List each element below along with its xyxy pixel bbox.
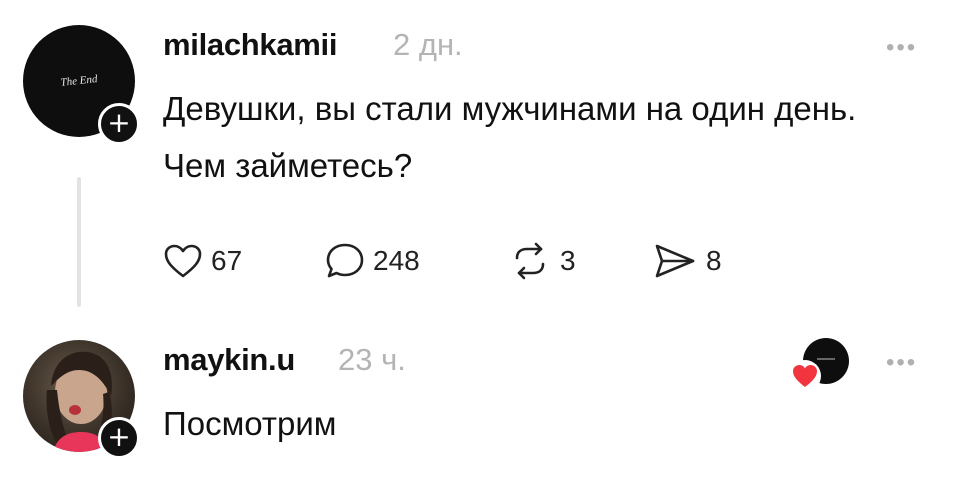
timestamp: 23 ч. (338, 342, 406, 377)
follow-button[interactable]: + (98, 103, 140, 145)
plus-icon: + (107, 420, 131, 453)
more-icon[interactable]: ••• (886, 349, 917, 377)
username[interactable]: milachkamii (163, 27, 337, 63)
heart-icon (793, 365, 817, 387)
heart-icon (164, 244, 202, 278)
plus-icon: + (107, 106, 131, 139)
share-button[interactable]: 8 (652, 243, 722, 279)
thread-line (77, 177, 81, 307)
like-count: 67 (211, 245, 243, 276)
repost-count: 3 (560, 245, 576, 276)
repost-button[interactable]: 3 (508, 242, 576, 280)
post-text: Девушки, вы стали мужчинами на один день… (163, 90, 857, 184)
comment-text: Посмотрим (163, 405, 337, 442)
timestamp: 2 дн. (393, 27, 463, 62)
avatar-logo-text: The End (59, 73, 99, 89)
follow-button[interactable]: + (98, 417, 140, 459)
reply-count: 248 (373, 245, 420, 276)
comment-icon (326, 243, 364, 278)
share-count: 8 (706, 245, 722, 276)
share-icon (655, 244, 695, 278)
reply-button[interactable]: 248 (325, 243, 420, 279)
more-icon[interactable]: ••• (886, 34, 917, 62)
author-liked-badge (789, 360, 821, 392)
username[interactable]: maykin.u (163, 342, 295, 378)
repost-icon (515, 242, 545, 280)
like-button[interactable]: 67 (163, 243, 242, 279)
